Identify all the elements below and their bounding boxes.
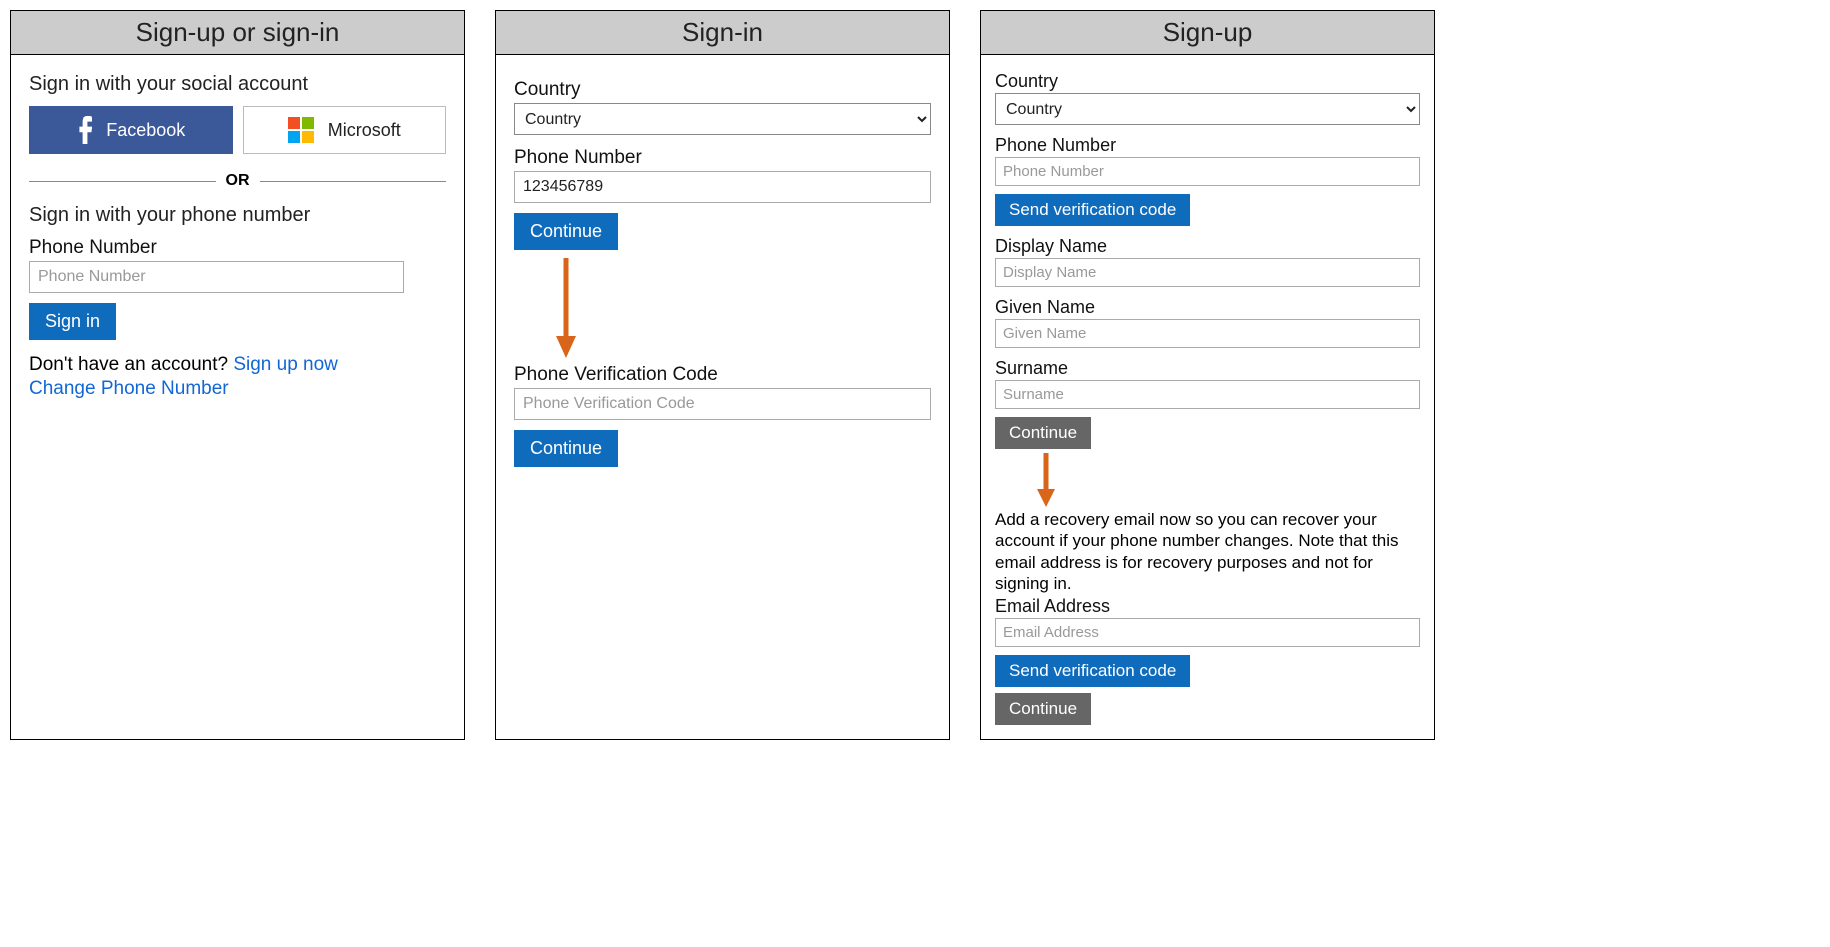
surname-input[interactable] [995, 380, 1420, 409]
microsoft-button[interactable]: Microsoft [243, 106, 447, 154]
microsoft-label: Microsoft [328, 120, 401, 141]
facebook-button[interactable]: Facebook [29, 106, 233, 154]
divider-line-left [29, 181, 216, 182]
phone-number-label: Phone Number [29, 237, 446, 259]
country-select[interactable]: Country [514, 103, 931, 135]
country-label: Country [995, 71, 1420, 92]
send-verification-code-button-2[interactable]: Send verification code [995, 655, 1190, 687]
send-verification-code-button[interactable]: Send verification code [995, 194, 1190, 226]
panel-signup-or-signin: Sign-up or sign-in Sign in with your soc… [10, 10, 465, 740]
phone-number-label: Phone Number [995, 135, 1420, 156]
email-address-label: Email Address [995, 596, 1420, 617]
recovery-email-info: Add a recovery email now so you can reco… [995, 509, 1420, 594]
phone-number-label: Phone Number [514, 147, 931, 169]
divider: OR [29, 172, 446, 190]
no-account-text: Don't have an account? [29, 354, 233, 375]
given-name-label: Given Name [995, 297, 1420, 318]
microsoft-icon [288, 117, 314, 143]
panel-title: Sign-in [496, 11, 949, 55]
sign-in-button[interactable]: Sign in [29, 303, 116, 340]
display-name-input[interactable] [995, 258, 1420, 287]
phone-number-input[interactable] [995, 157, 1420, 186]
continue-button-2[interactable]: Continue [995, 693, 1091, 725]
verification-code-input[interactable] [514, 388, 931, 420]
change-phone-number-link[interactable]: Change Phone Number [29, 378, 229, 399]
facebook-icon [76, 116, 92, 144]
continue-button-2[interactable]: Continue [514, 430, 618, 467]
given-name-input[interactable] [995, 319, 1420, 348]
panel-title: Sign-up [981, 11, 1434, 55]
arrow-down-icon [554, 258, 574, 358]
signup-prompt-row: Don't have an account? Sign up now [29, 354, 446, 376]
surname-label: Surname [995, 358, 1420, 379]
email-address-input[interactable] [995, 618, 1420, 647]
panel-title: Sign-up or sign-in [11, 11, 464, 55]
social-signin-heading: Sign in with your social account [29, 73, 446, 96]
country-label: Country [514, 79, 931, 101]
divider-line-right [260, 181, 447, 182]
continue-button[interactable]: Continue [995, 417, 1091, 449]
panel-signup: Sign-up Country Country Phone Number Sen… [980, 10, 1435, 740]
facebook-label: Facebook [106, 120, 185, 141]
social-buttons-row: Facebook Microsoft [29, 106, 446, 154]
phone-signin-heading: Sign in with your phone number [29, 204, 446, 227]
divider-text: OR [216, 172, 260, 190]
phone-number-input[interactable] [29, 261, 404, 293]
sign-up-now-link[interactable]: Sign up now [233, 354, 338, 375]
phone-number-input[interactable] [514, 171, 931, 203]
display-name-label: Display Name [995, 236, 1420, 257]
continue-button[interactable]: Continue [514, 213, 618, 250]
country-select[interactable]: Country [995, 93, 1420, 125]
verification-code-label: Phone Verification Code [514, 364, 931, 386]
panel-signin: Sign-in Country Country Phone Number Con… [495, 10, 950, 740]
arrow-down-icon [1035, 453, 1055, 507]
